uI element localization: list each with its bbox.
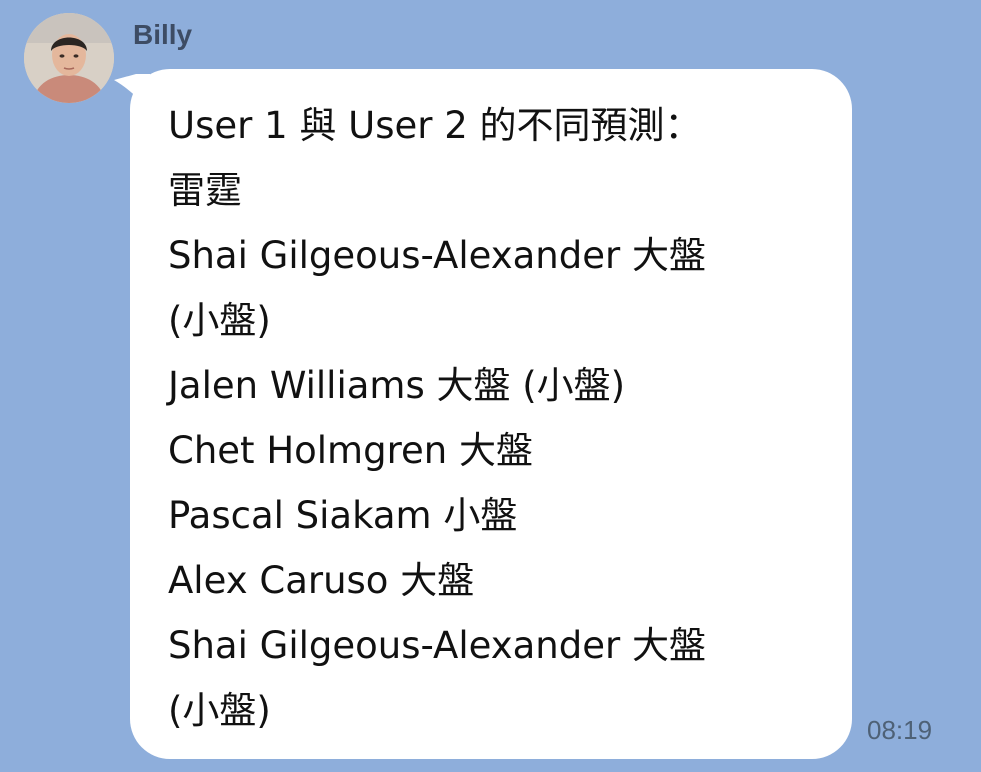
message-line: Shai Gilgeous-Alexander 大盤 bbox=[168, 624, 706, 667]
message-line: User 1 與 User 2 的不同預測： bbox=[168, 104, 702, 147]
message-line: (小盤) bbox=[168, 299, 271, 342]
user-photo-avatar-icon bbox=[24, 13, 114, 103]
message-line: Chet Holmgren 大盤 bbox=[168, 429, 533, 472]
message-text: User 1 與 User 2 的不同預測： 雷霆 Shai Gilgeous-… bbox=[168, 93, 706, 743]
sender-name: Billy bbox=[133, 19, 193, 50]
message-line: Alex Caruso 大盤 bbox=[168, 559, 475, 602]
message-line: Jalen Williams 大盤 (小盤) bbox=[168, 364, 626, 407]
message-line: 雷霆 bbox=[168, 169, 242, 212]
message-timestamp: 08:19 bbox=[867, 715, 933, 745]
message-line: Pascal Siakam 小盤 bbox=[168, 494, 518, 537]
message-line: Shai Gilgeous-Alexander 大盤 bbox=[168, 234, 706, 277]
sender-avatar[interactable] bbox=[24, 13, 114, 103]
message-line: (小盤) bbox=[168, 689, 271, 732]
